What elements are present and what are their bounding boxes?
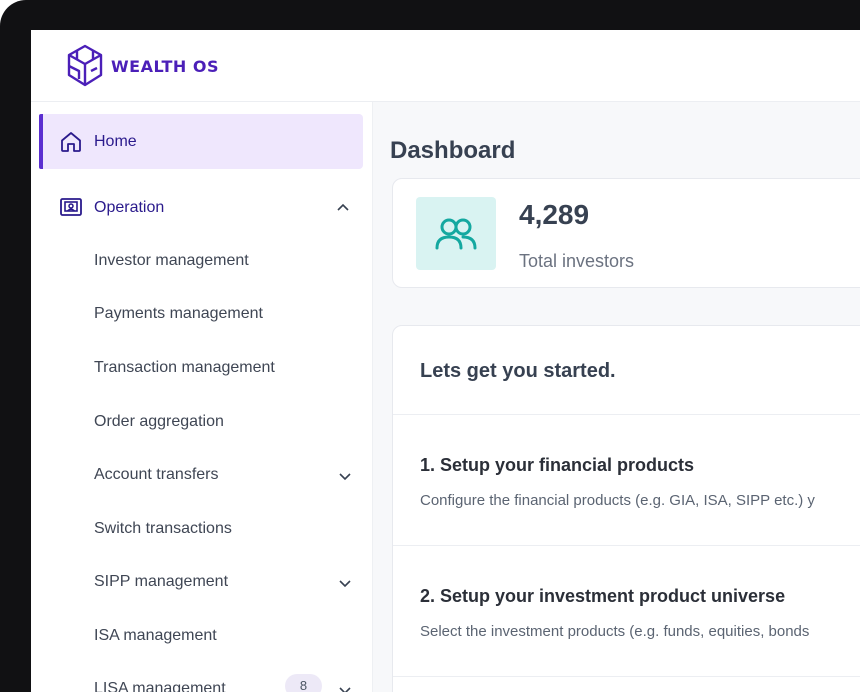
sidebar-subitem-label: LISA management [94, 680, 226, 692]
sidebar-item-operation[interactable]: Operation [39, 180, 363, 235]
sidebar-subitem-lisa-management[interactable]: LISA management 8 [94, 668, 364, 692]
page-title: Dashboard [390, 137, 516, 164]
sidebar-subitem-label: Transaction management [94, 359, 275, 376]
home-icon [61, 132, 81, 152]
stat-value: 4,289 [519, 199, 590, 230]
divider [393, 676, 860, 677]
chevron-up-icon[interactable] [335, 200, 351, 216]
sidebar-item-home[interactable]: Home [39, 114, 363, 169]
app-window: WEALTH OS Home Operation Investor manage… [31, 30, 860, 692]
sidebar-subitem-investor-management[interactable]: Investor management [94, 240, 364, 280]
brand-name: WEALTH OS [111, 56, 220, 76]
sidebar-subitem-label: Order aggregation [94, 413, 224, 430]
sidebar-subitem-label: Switch transactions [94, 520, 232, 537]
top-bar: WEALTH OS [31, 30, 860, 102]
brand-logo[interactable]: WEALTH OS [65, 44, 219, 88]
sidebar: Home Operation Investor management Payme… [31, 102, 373, 692]
device-frame: WEALTH OS Home Operation Investor manage… [0, 0, 860, 692]
sidebar-subitem-switch-transactions[interactable]: Switch transactions [94, 508, 364, 548]
sidebar-subitem-isa-management[interactable]: ISA management [94, 615, 364, 655]
users-icon [435, 218, 477, 249]
sidebar-subitem-label: Payments management [94, 305, 263, 322]
sidebar-subitem-label: ISA management [94, 627, 217, 644]
stat-label: Total investors [519, 251, 635, 271]
sidebar-subitem-sipp-management[interactable]: SIPP management [94, 561, 364, 601]
step-title[interactable]: 2. Setup your investment product univers… [420, 586, 785, 607]
count-badge: 8 [285, 674, 322, 692]
main-content: Dashboard 4,289 Total investors Lets get… [373, 102, 860, 692]
stat-icon-container [416, 197, 496, 270]
sidebar-subitem-label: Investor management [94, 252, 249, 269]
sidebar-subitem-label: SIPP management [94, 573, 229, 590]
step-title[interactable]: 1. Setup your financial products [420, 455, 694, 476]
operation-icon [60, 198, 82, 216]
total-investors-card[interactable]: 4,289 Total investors [392, 178, 860, 288]
divider [393, 545, 860, 546]
chevron-down-icon[interactable] [337, 682, 353, 692]
sidebar-subitem-label: Account transfers [94, 466, 219, 483]
chevron-down-icon[interactable] [337, 575, 353, 591]
step-description: Configure the financial products (e.g. G… [420, 492, 815, 509]
getting-started-title: Lets get you started. [420, 360, 616, 382]
sidebar-subitem-payments-management[interactable]: Payments management [94, 293, 364, 333]
chevron-down-icon[interactable] [337, 468, 353, 484]
sidebar-subitem-order-aggregation[interactable]: Order aggregation [94, 401, 364, 441]
sidebar-item-label: Home [94, 133, 137, 150]
sidebar-subitem-transaction-management[interactable]: Transaction management [94, 347, 364, 387]
divider [393, 414, 860, 415]
step-description: Select the investment products (e.g. fun… [420, 623, 810, 640]
wealth-os-logo-icon [67, 44, 103, 87]
getting-started-card: Lets get you started. 1. Setup your fina… [392, 325, 860, 692]
sidebar-item-label: Operation [94, 199, 165, 216]
sidebar-subitem-account-transfers[interactable]: Account transfers [94, 454, 364, 494]
